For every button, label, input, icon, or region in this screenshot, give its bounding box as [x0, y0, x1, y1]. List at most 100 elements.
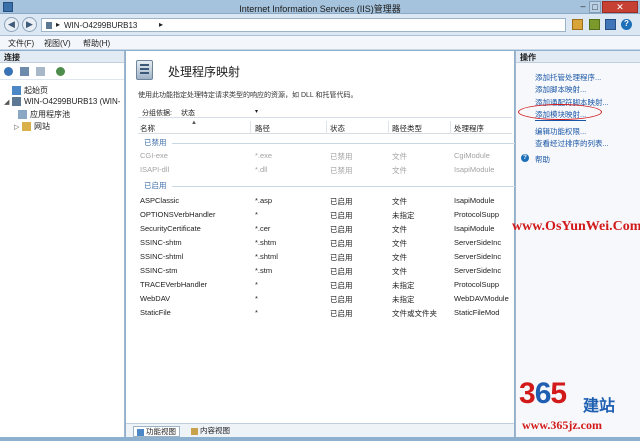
- group-by-label: 分组依据:: [142, 110, 172, 117]
- action-add-script-map[interactable]: 添加脚本映射...: [535, 84, 586, 95]
- cell-handler: WebDAVModule: [454, 294, 509, 303]
- table-row[interactable]: CGI-exe *.exe 已禁用 文件 CgiModule: [138, 150, 512, 163]
- chevron-down-icon[interactable]: ▾: [255, 108, 258, 115]
- cell-path-type: 文件: [392, 267, 407, 276]
- tree-item-label: 起始页: [24, 86, 48, 95]
- sort-up-icon: ▲: [191, 120, 197, 126]
- table-row[interactable]: OPTIONSVerbHandler * 已启用 未指定 ProtocolSup…: [138, 209, 512, 222]
- action-help[interactable]: 帮助: [535, 154, 550, 165]
- address-bar: ◀ ▶ ▸ WIN-O4299BURB13 ▸ ?: [0, 14, 640, 36]
- cell-path: *.shtml: [255, 252, 278, 261]
- stop-icon[interactable]: [589, 19, 600, 30]
- action-edit-feature-permissions[interactable]: 编辑功能权限...: [535, 126, 586, 137]
- column-divider[interactable]: [250, 121, 251, 134]
- close-button[interactable]: ✕: [602, 1, 638, 13]
- forward-arrow-icon[interactable]: ▶: [22, 17, 37, 32]
- refresh-icon[interactable]: [56, 67, 65, 76]
- address-box[interactable]: ▸ WIN-O4299BURB13 ▸: [41, 18, 566, 32]
- site-logo-url: www.365jz.com: [522, 418, 602, 432]
- column-header-path[interactable]: 路径: [255, 123, 323, 134]
- cell-name: ISAPI-dll: [140, 165, 170, 174]
- tab-features-view[interactable]: 功能视图: [133, 426, 180, 437]
- cell-name: SSINC-shtml: [140, 252, 184, 261]
- cell-path-type: 未指定: [392, 211, 415, 220]
- menu-file[interactable]: 文件(F): [8, 38, 34, 49]
- action-add-managed-handler[interactable]: 添加托管处理程序...: [535, 72, 601, 83]
- cell-handler: ServerSideInc: [454, 252, 502, 261]
- table-row[interactable]: SSINC-shtm *.shtm 已启用 文件 ServerSideInc: [138, 237, 512, 250]
- cell-state: 已启用: [330, 211, 353, 220]
- column-header-state[interactable]: 状态: [330, 123, 385, 134]
- menu-view[interactable]: 视图(V): [44, 38, 71, 49]
- cell-name: ASPClassic: [140, 196, 180, 205]
- cell-state: 已启用: [330, 197, 353, 206]
- table-row[interactable]: SecurityCertificate *.cer 已启用 文件 IsapiMo…: [138, 223, 512, 236]
- connections-pane: 连接 起始页 ◢ WIN-O4299BURB13 (WIN- 应用程序池 ▷ 网站: [0, 51, 125, 437]
- cell-handler: IsapiModule: [454, 165, 495, 174]
- cell-path: *.shtm: [255, 238, 277, 247]
- minimize-button[interactable]: –: [577, 1, 589, 13]
- cell-handler: StaticFileMod: [454, 308, 500, 317]
- cell-handler: ServerSideInc: [454, 266, 502, 275]
- maximize-button[interactable]: □: [589, 1, 601, 13]
- table-row[interactable]: WebDAV * 已启用 未指定 WebDAVModule: [138, 293, 512, 306]
- action-view-ordered-list[interactable]: 查看经过排序的列表...: [535, 138, 609, 149]
- main-content: 处理程序映射 使用此功能指定处理特定请求类型的响应的资源，如 DLL 和托管代码…: [126, 51, 518, 423]
- column-divider[interactable]: [326, 121, 327, 134]
- group-by-bar: 分组依据: 状态 ▾: [138, 106, 512, 118]
- cell-path: *.cer: [255, 224, 271, 233]
- start-page-icon: [12, 86, 21, 96]
- handler-grid: 名称 ▲ 路径 状态 路径类型 处理程序 已禁用 CGI-exe *.exe 已…: [138, 120, 518, 421]
- breadcrumb-separator[interactable]: ▸: [56, 20, 60, 29]
- connect-icon[interactable]: [4, 67, 13, 76]
- breadcrumb-separator[interactable]: ▸: [159, 20, 163, 29]
- table-row[interactable]: SSINC-shtml *.shtml 已启用 文件 ServerSideInc: [138, 251, 512, 264]
- breadcrumb-server[interactable]: WIN-O4299BURB13: [64, 21, 137, 30]
- home-icon[interactable]: [605, 19, 616, 30]
- table-row[interactable]: SSINC-stm *.stm 已启用 文件 ServerSideInc: [138, 265, 512, 278]
- cell-path-type: 文件或文件夹: [392, 309, 437, 318]
- cell-name: StaticFile: [140, 308, 171, 317]
- column-divider[interactable]: [388, 121, 389, 134]
- menu-bar: 文件(F) 视图(V) 帮助(H): [0, 36, 640, 50]
- tree-item-app-pools[interactable]: 应用程序池: [18, 109, 70, 121]
- column-header-path-type[interactable]: 路径类型: [392, 123, 450, 134]
- app-pools-icon: [18, 110, 27, 120]
- cell-path: *.stm: [255, 266, 273, 275]
- cell-path-type: 未指定: [392, 295, 415, 304]
- tab-content-view[interactable]: 内容视图: [188, 426, 233, 437]
- cell-state: 已启用: [330, 295, 353, 304]
- back-arrow-icon[interactable]: ◀: [4, 17, 19, 32]
- column-header-handler[interactable]: 处理程序: [454, 123, 512, 134]
- cell-path-type: 文件: [392, 225, 407, 234]
- page-title: 处理程序映射: [168, 65, 241, 79]
- cell-state: 已启用: [330, 267, 353, 276]
- table-row[interactable]: ASPClassic *.asp 已启用 文件 IsapiModule: [138, 195, 512, 208]
- tree-item-start-page[interactable]: 起始页: [4, 85, 48, 97]
- tree-item-server[interactable]: ◢ WIN-O4299BURB13 (WIN-: [4, 97, 120, 109]
- refresh-icon[interactable]: [572, 19, 583, 30]
- cell-path: *: [255, 294, 258, 303]
- cell-handler: ProtocolSupp: [454, 210, 500, 219]
- table-row[interactable]: ISAPI-dll *.dll 已禁用 文件 IsapiModule: [138, 164, 512, 177]
- up-icon[interactable]: [36, 67, 45, 76]
- cell-state: 已禁用: [330, 166, 353, 175]
- server-icon: [12, 97, 21, 107]
- cell-name: WebDAV: [140, 294, 171, 303]
- help-icon[interactable]: ?: [621, 19, 632, 30]
- group-by-select[interactable]: 状态: [181, 108, 195, 118]
- site-logo: 365: [519, 377, 567, 411]
- table-row[interactable]: TRACEVerbHandler * 已启用 未指定 ProtocolSupp: [138, 279, 512, 292]
- save-icon[interactable]: [20, 67, 29, 76]
- cell-name: CGI-exe: [140, 151, 168, 160]
- logo-digit-3: 3: [519, 377, 536, 410]
- menu-help[interactable]: 帮助(H): [83, 38, 110, 49]
- cell-handler: IsapiModule: [454, 224, 495, 233]
- cell-handler: ProtocolSupp: [454, 280, 500, 289]
- tree-item-sites[interactable]: ▷ 网站: [14, 121, 50, 133]
- cell-path-type: 文件: [392, 197, 407, 206]
- group-title-enabled: 已启用: [144, 181, 167, 190]
- column-divider[interactable]: [450, 121, 451, 134]
- cell-path: *.dll: [255, 165, 268, 174]
- table-row[interactable]: StaticFile * 已启用 文件或文件夹 StaticFileMod: [138, 307, 512, 320]
